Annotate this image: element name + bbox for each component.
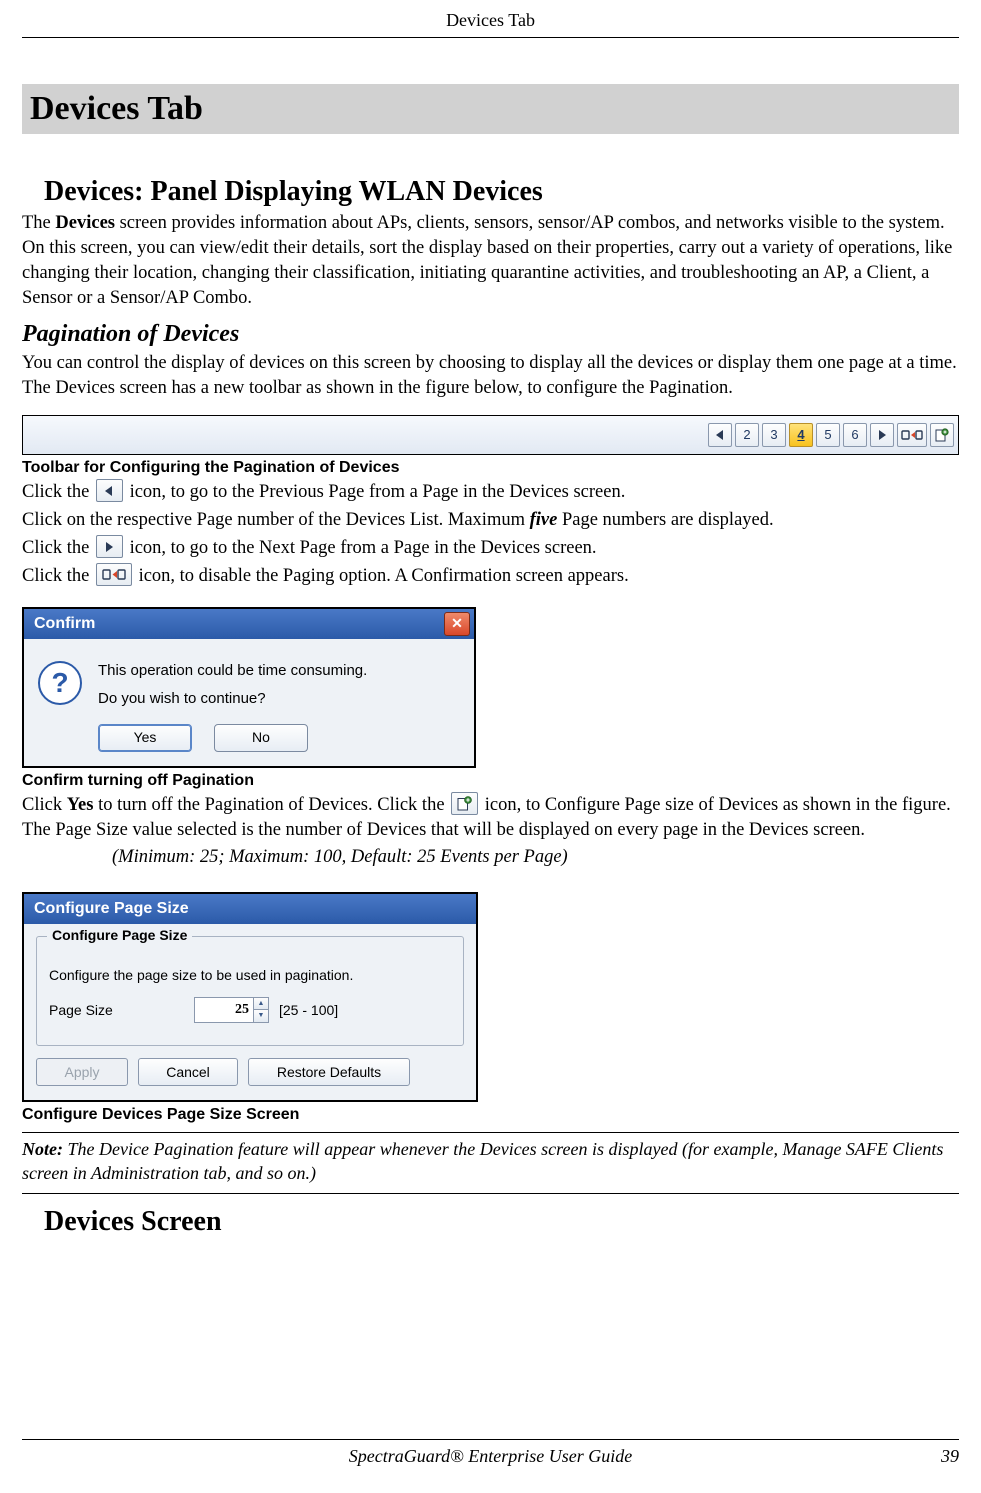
page-size-input[interactable] xyxy=(195,998,253,1022)
instruction-pagenum: Click on the respective Page number of t… xyxy=(22,508,959,533)
group-legend: Configure Page Size xyxy=(47,927,192,943)
dialog-text: This operation could be time consuming. … xyxy=(98,657,367,752)
next-page-icon xyxy=(96,535,123,558)
configure-page-size-icon xyxy=(451,792,478,815)
note-paragraph: Note: The Device Pagination feature will… xyxy=(22,1133,959,1190)
text: to turn off the Pagination of Devices. C… xyxy=(93,795,449,815)
note-body: The Device Pagination feature will appea… xyxy=(22,1139,943,1183)
text: icon, to disable the Paging option. A Co… xyxy=(134,566,629,586)
text: The xyxy=(22,213,55,233)
subsection-heading-pagination: Pagination of Devices xyxy=(22,321,959,348)
section-heading-devices-screen: Devices Screen xyxy=(44,1206,959,1238)
page-size-label: Page Size xyxy=(49,1002,184,1018)
dialog-titlebar: Confirm ✕ xyxy=(24,609,474,639)
text: Click the xyxy=(22,482,94,502)
disable-paging-icon xyxy=(96,563,132,586)
no-button[interactable]: No xyxy=(214,724,308,752)
page-number-button[interactable]: 2 xyxy=(735,423,759,447)
intro-paragraph: The Devices screen provides information … xyxy=(22,211,959,311)
after-confirm-paragraph: Click Yes to turn off the Pagination of … xyxy=(22,793,959,843)
text: icon, to go to the Previous Page from a … xyxy=(125,482,625,502)
next-page-button[interactable] xyxy=(870,423,894,447)
minmax-note: (Minimum: 25; Maximum: 100, Default: 25 … xyxy=(112,845,959,870)
note-label: Note: xyxy=(22,1139,63,1159)
figure-caption-configure: Configure Devices Page Size Screen xyxy=(22,1106,959,1124)
restore-defaults-button[interactable]: Restore Defaults xyxy=(248,1058,410,1086)
instruction-prev: Click the icon, to go to the Previous Pa… xyxy=(22,480,959,505)
running-header: Devices Tab xyxy=(22,0,959,38)
page-number-button[interactable]: 6 xyxy=(843,423,867,447)
yes-button[interactable]: Yes xyxy=(98,724,192,752)
pagination-toolbar-figure: 2 3 4 5 6 xyxy=(22,415,959,455)
dialog-title: Confirm xyxy=(34,615,95,633)
page-footer: SpectraGuard® Enterprise User Guide 39 xyxy=(22,1439,959,1467)
section-heading-devices-panel: Devices: Panel Displaying WLAN Devices xyxy=(44,176,959,208)
page-number-button[interactable]: 3 xyxy=(762,423,786,447)
config-group: Configure Page Size Configure the page s… xyxy=(36,936,464,1046)
figure-caption-toolbar: Toolbar for Configuring the Pagination o… xyxy=(22,459,959,477)
instruction-disable: Click the icon, to disable the Paging op… xyxy=(22,564,959,589)
confirm-dialog-figure: Confirm ✕ ? This operation could be time… xyxy=(22,607,476,768)
question-icon: ? xyxy=(38,661,82,705)
pagination-paragraph: You can control the display of devices o… xyxy=(22,351,959,401)
dialog-title: Configure Page Size xyxy=(24,894,476,924)
configure-page-size-figure: Configure Page Size Configure Page Size … xyxy=(22,892,478,1102)
text: icon, to go to the Next Page from a Page… xyxy=(125,538,597,558)
page-title: Devices Tab xyxy=(22,84,959,134)
text-bold: Devices xyxy=(55,213,115,233)
page-size-range: [25 - 100] xyxy=(279,1002,338,1018)
disable-paging-button[interactable] xyxy=(897,423,927,447)
text: Click the xyxy=(22,538,94,558)
close-icon[interactable]: ✕ xyxy=(444,612,470,636)
config-description: Configure the page size to be used in pa… xyxy=(49,967,451,983)
text: Page numbers are displayed. xyxy=(557,510,773,530)
page-number-button-active[interactable]: 4 xyxy=(789,423,813,447)
text: Click xyxy=(22,795,67,815)
figure-caption-confirm: Confirm turning off Pagination xyxy=(22,772,959,790)
text: Click the xyxy=(22,566,94,586)
apply-button[interactable]: Apply xyxy=(36,1058,128,1086)
page-size-spinner[interactable]: ▲ ▼ xyxy=(194,997,269,1023)
prev-page-icon xyxy=(96,479,123,502)
configure-page-size-button[interactable] xyxy=(930,423,954,447)
text: screen provides information about APs, c… xyxy=(22,213,952,308)
cancel-button[interactable]: Cancel xyxy=(138,1058,238,1086)
page-number: 39 xyxy=(941,1446,959,1467)
dialog-line1: This operation could be time consuming. xyxy=(98,657,367,686)
spinner-down-icon[interactable]: ▼ xyxy=(254,1010,268,1022)
footer-title: SpectraGuard® Enterprise User Guide xyxy=(349,1446,632,1467)
instruction-next: Click the icon, to go to the Next Page f… xyxy=(22,536,959,561)
text-ital: five xyxy=(530,510,558,530)
dialog-line2: Do you wish to continue? xyxy=(98,685,367,714)
page-number-button[interactable]: 5 xyxy=(816,423,840,447)
spinner-up-icon[interactable]: ▲ xyxy=(254,998,268,1011)
prev-page-button[interactable] xyxy=(708,423,732,447)
text: Click on the respective Page number of t… xyxy=(22,510,530,530)
text-bold: Yes xyxy=(67,795,94,815)
